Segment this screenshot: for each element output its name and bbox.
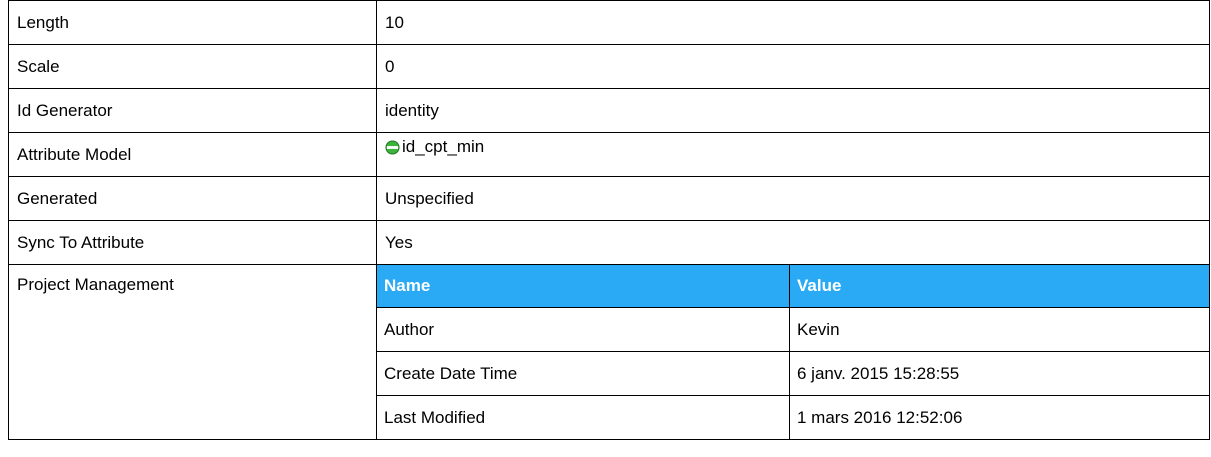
property-value: identity bbox=[376, 88, 1210, 133]
attribute-model-link[interactable]: id_cpt_min bbox=[385, 137, 484, 156]
property-row-generated: Generated Unspecified bbox=[8, 176, 1210, 221]
property-label: Sync To Attribute bbox=[8, 220, 377, 265]
property-row-scale: Scale 0 bbox=[8, 44, 1210, 89]
project-management-table: Name Value Author Kevin Create Date Time… bbox=[377, 265, 1209, 439]
attribute-icon bbox=[385, 139, 400, 155]
property-label: Length bbox=[8, 0, 377, 45]
table-cell-name: Last Modified bbox=[377, 395, 790, 439]
property-row-id-generator: Id Generator identity bbox=[8, 88, 1210, 133]
table-row: Create Date Time 6 janv. 2015 15:28:55 bbox=[377, 351, 1209, 396]
property-value: Yes bbox=[376, 220, 1210, 265]
property-row-sync-to-attribute: Sync To Attribute Yes bbox=[8, 220, 1210, 265]
property-label: Attribute Model bbox=[8, 132, 377, 177]
property-row-length: Length 10 bbox=[8, 0, 1210, 45]
attribute-model-name: id_cpt_min bbox=[402, 136, 485, 156]
column-header-name: Name bbox=[377, 265, 790, 308]
property-value: 0 bbox=[376, 44, 1210, 89]
property-label: Id Generator bbox=[8, 88, 377, 133]
property-row-attribute-model: Attribute Model id_cpt_min bbox=[8, 132, 1210, 177]
property-value: 10 bbox=[376, 0, 1210, 45]
properties-table: Length 10 Scale 0 Id Generator identity … bbox=[8, 0, 1210, 440]
table-cell-value: 1 mars 2016 12:52:06 bbox=[789, 395, 1209, 439]
table-header-row: Name Value bbox=[377, 265, 1209, 308]
column-header-value: Value bbox=[789, 265, 1209, 308]
property-label: Scale bbox=[8, 44, 377, 89]
property-row-project-management: Project Management Name Value Author Kev… bbox=[8, 264, 1210, 440]
project-management-cell: Name Value Author Kevin Create Date Time… bbox=[376, 264, 1210, 440]
table-cell-value: Kevin bbox=[789, 307, 1209, 352]
property-label: Project Management bbox=[8, 264, 377, 440]
table-cell-name: Create Date Time bbox=[377, 351, 790, 396]
table-cell-name: Author bbox=[377, 307, 790, 352]
table-cell-value: 6 janv. 2015 15:28:55 bbox=[789, 351, 1209, 396]
property-value-cell: id_cpt_min bbox=[376, 132, 1210, 177]
table-row: Last Modified 1 mars 2016 12:52:06 bbox=[377, 395, 1209, 439]
table-row: Author Kevin bbox=[377, 307, 1209, 352]
property-value: Unspecified bbox=[376, 176, 1210, 221]
property-label: Generated bbox=[8, 176, 377, 221]
